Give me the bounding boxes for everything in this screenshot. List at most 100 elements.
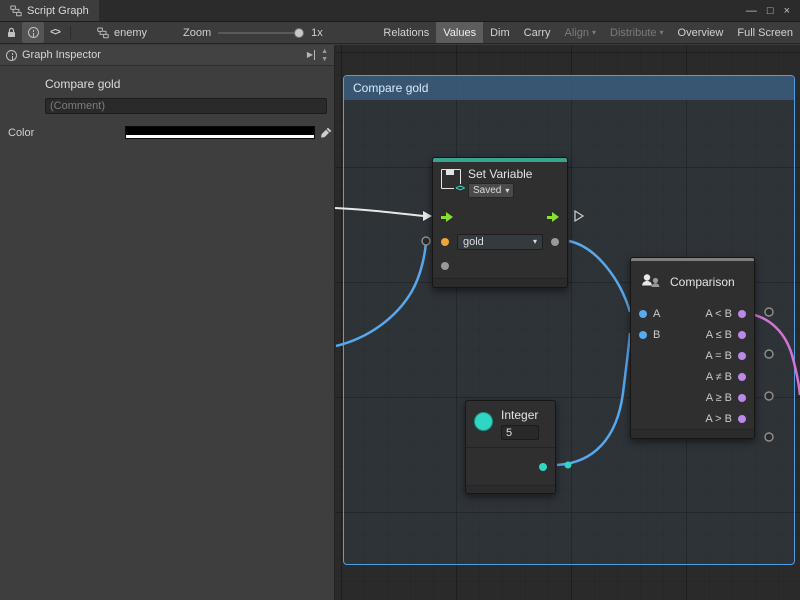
unconnected-port-circle[interactable] (765, 392, 773, 400)
node-footer (631, 429, 754, 438)
integer-output-row (466, 447, 555, 485)
output-port-not-equal[interactable] (738, 373, 746, 381)
unconnected-port-circle[interactable] (765, 433, 773, 441)
scroll-down-icon[interactable]: ▼ (321, 56, 328, 63)
node-comparison[interactable]: Comparison A A < B B A ≤ B A = B (630, 257, 755, 439)
comparison-icon (640, 271, 662, 293)
values-button[interactable]: Values (436, 22, 483, 43)
values-label: Values (443, 27, 476, 39)
node-integer[interactable]: Integer 5 (465, 400, 556, 494)
input-label-b: B (653, 329, 667, 341)
variable-scope-dropdown[interactable]: Saved ▾ (468, 183, 514, 198)
alpha-strip (126, 135, 314, 138)
flow-input-port[interactable] (441, 212, 453, 222)
lock-button[interactable] (0, 22, 22, 43)
flow-port-row (433, 204, 567, 230)
lock-icon (6, 27, 17, 38)
inspector-toggle-button[interactable] (22, 22, 44, 43)
graph-ref-label: enemy (114, 27, 147, 39)
scroll-up-icon[interactable]: ▲ (321, 48, 328, 55)
integer-value-field[interactable]: 5 (501, 425, 539, 440)
output-port-greater[interactable] (738, 415, 746, 423)
comparison-row: A > B (631, 408, 754, 429)
wire-to-setvariable-input[interactable] (336, 242, 426, 346)
wire-setvariable-to-comparison-a[interactable] (569, 241, 630, 312)
full-screen-label: Full Screen (737, 27, 793, 39)
output-label: A ≥ B (706, 392, 732, 404)
chevron-down-icon: ▾ (592, 29, 596, 37)
tab-script-graph[interactable]: Script Graph (0, 0, 99, 21)
toolbar-buttons: Relations Values Dim Carry Align▾ Distri… (376, 22, 800, 43)
dim-button[interactable]: Dim (483, 22, 517, 43)
value-input-port[interactable] (441, 238, 449, 246)
minimize-button[interactable]: — (741, 5, 762, 17)
graph-breadcrumb[interactable]: enemy (97, 27, 147, 39)
tab-title: Script Graph (27, 5, 89, 17)
unconnected-port-circle[interactable] (422, 237, 430, 245)
wire-endpoint-dot[interactable] (565, 462, 572, 469)
value-output-port[interactable] (551, 238, 559, 246)
input-label-a: A (653, 308, 667, 320)
graph-canvas[interactable]: Compare gold (335, 45, 800, 600)
output-label: A ≤ B (706, 329, 732, 341)
variable-name-row: gold ▾ (433, 230, 567, 254)
output-label: A ≠ B (706, 371, 732, 383)
comparison-header: Comparison (631, 261, 754, 303)
wire-arrowhead-icon (423, 211, 432, 221)
assign-input-port[interactable] (441, 262, 449, 270)
toolbar-separator (70, 26, 71, 39)
zoom-slider-handle[interactable] (294, 28, 304, 38)
integer-header: Integer 5 (466, 401, 555, 447)
align-label: Align (565, 27, 589, 39)
unconnected-port-circle[interactable] (765, 350, 773, 358)
full-screen-button[interactable]: Full Screen (730, 22, 800, 43)
overview-button[interactable]: Overview (671, 22, 731, 43)
zoom-slider[interactable] (218, 32, 304, 34)
flow-output-port[interactable] (547, 212, 559, 222)
input-port-a[interactable] (639, 310, 647, 318)
wire-flow-input[interactable] (335, 208, 423, 216)
unconnected-flow-triangle[interactable] (575, 211, 583, 221)
code-preview-button[interactable]: <> (44, 22, 66, 43)
comparison-row: A ≥ B (631, 387, 754, 408)
node-title: Integer (501, 408, 539, 422)
distribute-button[interactable]: Distribute▾ (603, 22, 670, 43)
zoom-label: Zoom (183, 27, 211, 39)
output-port-less-equal[interactable] (738, 331, 746, 339)
relations-button[interactable]: Relations (376, 22, 436, 43)
integer-value: 5 (506, 427, 512, 439)
wire-integer-to-comparison-b[interactable] (557, 333, 630, 465)
output-port-less[interactable] (738, 310, 746, 318)
color-field[interactable] (125, 126, 315, 139)
align-button[interactable]: Align▾ (558, 22, 603, 43)
node-set-variable[interactable]: <> Set Variable Saved ▾ (432, 157, 568, 288)
comparison-row: B A ≤ B (631, 324, 754, 345)
eyedropper-button[interactable] (320, 126, 333, 139)
chevron-down-icon: ▾ (660, 29, 664, 37)
info-icon (6, 50, 17, 61)
zoom-value: 1x (311, 27, 323, 39)
comment-input[interactable] (45, 98, 327, 114)
integer-output-port[interactable] (539, 463, 547, 471)
comparison-row: A ≠ B (631, 366, 754, 387)
inspector-title: Graph Inspector (22, 49, 101, 61)
variable-name-label: gold (463, 236, 484, 248)
dock-expand-icon[interactable]: ▶ (307, 50, 315, 60)
info-icon (28, 27, 39, 38)
scope-label: Saved (473, 185, 501, 196)
comparison-row: A A < B (631, 303, 754, 324)
maximize-button[interactable]: □ (762, 5, 779, 17)
output-label: A = B (705, 350, 732, 362)
unconnected-port-circle[interactable] (765, 308, 773, 316)
carry-button[interactable]: Carry (517, 22, 558, 43)
scroll-arrows[interactable]: ▲ ▼ (321, 48, 328, 63)
chevron-down-icon: ▾ (505, 187, 509, 195)
window-controls: — □ × (741, 0, 800, 21)
output-port-equal[interactable] (738, 352, 746, 360)
input-port-b[interactable] (639, 331, 647, 339)
inspector-header: Graph Inspector ▶ ▲ ▼ (0, 45, 334, 66)
close-button[interactable]: × (779, 5, 795, 17)
node-footer (433, 278, 567, 287)
variable-name-dropdown[interactable]: gold ▾ (457, 234, 543, 250)
output-port-greater-equal[interactable] (738, 394, 746, 402)
